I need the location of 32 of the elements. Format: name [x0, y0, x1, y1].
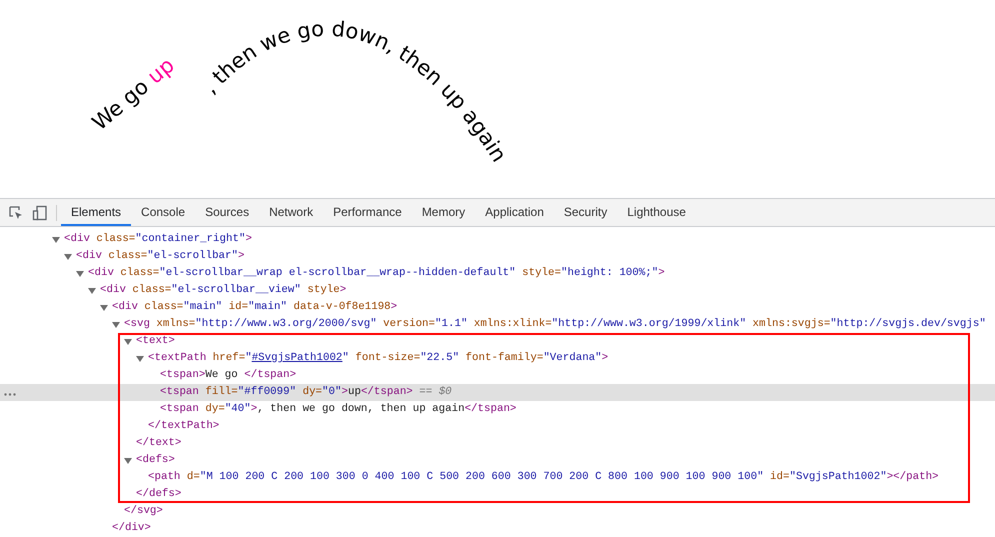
- device-toolbar-icon[interactable]: [32, 204, 48, 220]
- devtools-tab[interactable]: Security: [554, 199, 618, 226]
- code-line: <div class="el-scrollbar__view" style>: [100, 283, 346, 298]
- code-line: </div>: [112, 521, 151, 536]
- code-line: <div class="main" id="main" data-v-0f8e1198>: [112, 300, 398, 315]
- code-line: </svg>: [124, 504, 163, 519]
- code-line: <tspan fill="#ff0099" dy="0">up</tspan> == $0: [160, 385, 452, 400]
- devtools-tab[interactable]: Console: [131, 199, 196, 226]
- code-line: <div class="container_right">: [64, 232, 252, 247]
- devtools-tab[interactable]: Lighthouse: [617, 199, 696, 226]
- devtools-tab[interactable]: Application: [475, 199, 554, 226]
- devtools-tab[interactable]: Sources: [195, 199, 260, 226]
- code-line: <svg xmlns="http://www.w3.org/2000/svg" version="1.1" xmlns:xlink="http://www.w3.org/1999/xlink" xmlns:svgjs="http://svgjs.dev/svgjs": [124, 317, 986, 332]
- href-link[interactable]: #SvgjsPath1002: [252, 352, 342, 364]
- code-line: <tspan>We go </tspan>: [160, 368, 296, 383]
- code-line: </textPath>: [148, 419, 220, 434]
- code-line: <tspan dy="40">, then we go down, then up again</tspan>: [160, 402, 516, 417]
- devtools-tab[interactable]: Memory: [412, 199, 476, 226]
- code-line: <text>: [136, 334, 175, 349]
- selected-row[interactable]: <tspan fill="#ff0099" dy="0">up</tspan> == $0: [0, 384, 995, 401]
- more-dots-icon[interactable]: [4, 393, 16, 396]
- code-line: <div class="el-scrollbar__wrap el-scrollbar__wrap--hidden-default" style="height: 100%;">: [88, 266, 665, 281]
- code-line: <div class="el-scrollbar">: [76, 249, 244, 264]
- code-line: </defs>: [136, 487, 182, 502]
- code-line: <textPath href="#SvgjsPath1002" font-size="22.5" font-family="Verdana">: [148, 351, 608, 366]
- devtools-tab[interactable]: Performance: [323, 199, 412, 226]
- code-line: </text>: [136, 436, 182, 451]
- code-line: <defs>: [136, 453, 175, 468]
- devtools-tab[interactable]: Network: [259, 199, 324, 226]
- devtools-tab[interactable]: Elements: [61, 199, 132, 226]
- inspect-icon[interactable]: [8, 204, 24, 220]
- code-line: <path d="M 100 200 C 200 100 300 0 400 100 C 500 200 600 300 700 200 C 800 100 900 100 900 100" id="SvgjsPath1002"></path>: [148, 470, 939, 485]
